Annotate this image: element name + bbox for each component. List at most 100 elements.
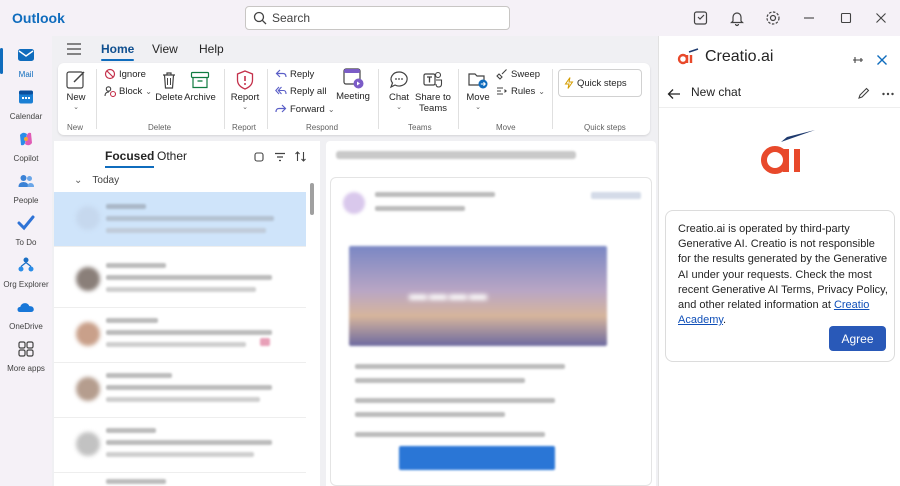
rail-item-org-explorer[interactable]: Org Explorer [0, 250, 52, 292]
delete-button[interactable]: Delete [154, 69, 184, 103]
more-apps-icon [18, 341, 34, 357]
report-shield-icon [236, 70, 254, 90]
blurred-preview [106, 452, 254, 457]
creatio-brand: Creatio.ai [677, 48, 773, 66]
close-icon[interactable] [872, 9, 890, 27]
rail-item-todo[interactable]: To Do [0, 208, 52, 250]
select-icon[interactable] [253, 151, 265, 163]
group-header-today[interactable]: ⌄ Today [74, 175, 119, 186]
block-button[interactable]: Block ⌄ [104, 85, 152, 97]
list-item[interactable] [54, 192, 306, 247]
move-button[interactable]: Move ⌄ [464, 69, 492, 111]
blurred-cta-button[interactable] [399, 446, 555, 470]
list-item[interactable] [54, 308, 306, 363]
agree-button[interactable]: Agree [829, 326, 886, 351]
archive-button[interactable]: Archive [184, 69, 216, 103]
blurred-subject [106, 385, 272, 390]
ribbon-tabs: Home View Help [52, 36, 658, 62]
chevron-down-icon: ⌄ [475, 104, 481, 111]
quick-steps-gallery[interactable]: Quick steps [558, 69, 642, 97]
rules-button[interactable]: Rules ⌄ [496, 85, 545, 97]
filter-icon[interactable] [274, 151, 286, 163]
bell-icon[interactable] [728, 9, 746, 27]
maximize-icon[interactable] [837, 9, 855, 27]
edit-icon[interactable] [857, 87, 870, 100]
group-label-teams: Teams [408, 123, 432, 132]
creatio-ai-logo [761, 130, 815, 174]
new-button[interactable]: New ⌄ [64, 69, 88, 111]
chat-button[interactable]: Chat ⌄ [386, 69, 412, 111]
minimize-icon[interactable] [800, 9, 818, 27]
list-item[interactable] [54, 418, 306, 473]
message-card: ▬▬▬▬ [330, 177, 652, 486]
onedrive-icon [17, 303, 34, 312]
avatar [76, 377, 100, 401]
move-folder-icon [468, 73, 488, 89]
blurred-actions [591, 192, 641, 199]
rail-item-more-apps[interactable]: More apps [0, 334, 52, 376]
creatio-logo-icon [677, 48, 699, 65]
list-item[interactable] [54, 363, 306, 418]
forward-button[interactable]: Forward ⌄ [275, 103, 335, 115]
share-to-teams-button[interactable]: Share to Teams [414, 69, 452, 114]
blurred-body-line [355, 432, 545, 437]
sweep-button[interactable]: Sweep [496, 68, 540, 80]
teams-icon [423, 71, 443, 88]
creatio-brand-name: Creatio.ai [705, 48, 774, 65]
forward-icon [275, 104, 287, 113]
blurred-subject [106, 440, 272, 445]
meeting-button[interactable]: Meeting [335, 66, 371, 102]
tab-focused[interactable]: Focused [105, 149, 155, 168]
chevron-down-icon: ⌄ [396, 104, 402, 111]
rail-item-onedrive[interactable]: OneDrive [0, 292, 52, 334]
message-list-scrollbar[interactable] [310, 183, 314, 215]
message-list: Focused Other ⌄ Today [54, 141, 320, 486]
list-item[interactable] [54, 473, 306, 486]
pin-icon[interactable] [851, 53, 865, 67]
archive-icon [190, 71, 210, 89]
tab-home[interactable]: Home [101, 42, 135, 61]
search-box[interactable] [245, 6, 510, 30]
todo-icon [17, 215, 35, 231]
blurred-preview [106, 228, 266, 233]
title-bar: Outlook [0, 0, 900, 36]
sweep-broom-icon [496, 69, 507, 80]
tab-view[interactable]: View [152, 42, 178, 56]
ribbon-divider [552, 69, 553, 129]
avatar [76, 206, 100, 230]
gear-icon[interactable] [764, 9, 782, 27]
rail-item-people[interactable]: People [0, 166, 52, 208]
report-button[interactable]: Report ⌄ [230, 69, 260, 111]
close-panel-icon[interactable] [875, 53, 889, 67]
app-title: Outlook [12, 10, 65, 26]
group-label-report: Report [232, 123, 257, 132]
blurred-tag [260, 338, 270, 346]
more-options-icon[interactable] [881, 87, 895, 101]
back-arrow-icon[interactable] [667, 87, 681, 101]
ribbon-divider [96, 69, 97, 129]
rail-item-copilot[interactable]: Copilot [0, 124, 52, 166]
ribbon-divider [267, 69, 268, 129]
blurred-sender [106, 479, 166, 484]
group-label-move: Move [496, 123, 516, 132]
rail-item-calendar[interactable]: Calendar [0, 82, 52, 124]
creatio-addin-panel: Creatio.ai New chat Creatio.ai is operat… [658, 36, 900, 486]
chevron-down-icon: ⌄ [73, 104, 79, 111]
rail-item-mail[interactable]: Mail [0, 40, 52, 82]
meeting-calendar-icon [343, 68, 364, 89]
ignore-button[interactable]: Ignore [104, 68, 146, 80]
blurred-sender [106, 373, 172, 378]
search-input[interactable] [272, 10, 502, 26]
note-icon[interactable] [692, 9, 710, 27]
reply-all-button[interactable]: Reply all [275, 85, 326, 97]
ribbon-divider [458, 69, 459, 129]
chevron-down-icon: ⌄ [538, 86, 545, 96]
list-item[interactable] [54, 253, 306, 308]
reply-button[interactable]: Reply [275, 68, 314, 80]
hamburger-menu-icon[interactable] [66, 42, 82, 56]
sort-icon[interactable] [294, 150, 307, 163]
tab-help[interactable]: Help [199, 42, 224, 56]
tab-other[interactable]: Other [157, 149, 187, 163]
chevron-down-icon: ⌄ [74, 175, 83, 186]
blurred-sender [106, 204, 146, 209]
